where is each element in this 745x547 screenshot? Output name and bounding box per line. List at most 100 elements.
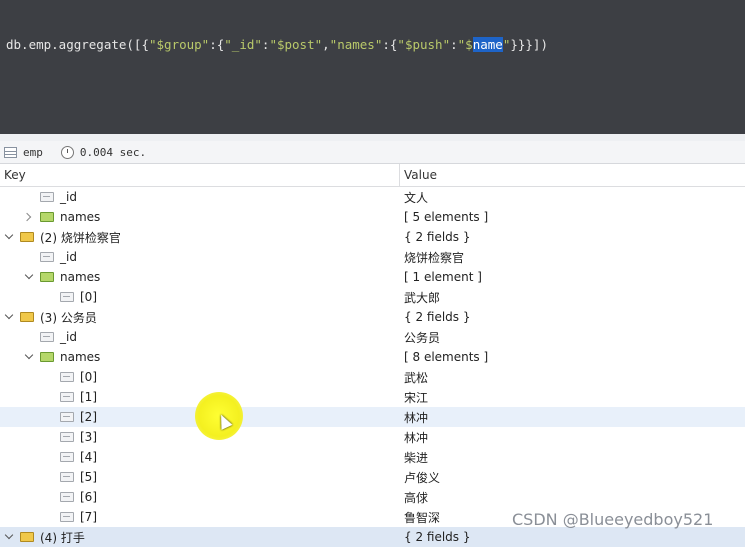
tree-row[interactable]: [0] 武松 (0, 367, 745, 387)
tree-row[interactable]: names [ 5 elements ] (0, 207, 745, 227)
document-icon (20, 312, 34, 322)
chevron-right-icon[interactable] (24, 212, 34, 222)
tree-row[interactable]: [6] 高俅 (0, 487, 745, 507)
code-token: : (450, 37, 458, 52)
field-icon (60, 492, 74, 502)
tree-row-key[interactable]: (4) 打手 (4, 527, 85, 547)
tree-row-key[interactable]: [5] (44, 467, 97, 487)
tree-row-value: 武松 (404, 370, 429, 385)
field-icon (40, 332, 54, 342)
tree-row-key[interactable]: [4] (44, 447, 97, 467)
chevron-down-icon[interactable] (4, 532, 14, 542)
code-token: "$ (457, 37, 473, 52)
key-label: [6] (80, 490, 97, 504)
tree-row-key[interactable]: (3) 公务员 (4, 307, 97, 327)
tree-row[interactable]: [4] 柴进 (0, 447, 745, 467)
tree-row-value: 高俅 (404, 490, 429, 505)
tree-row-value: [ 5 elements ] (404, 210, 489, 224)
tree-row[interactable]: [2] 林冲 (0, 407, 745, 427)
result-status-bar: emp 0.004 sec. (0, 141, 745, 164)
tree-row[interactable]: _id 烧饼检察官 (0, 247, 745, 267)
result-table-header: Key Value (0, 164, 745, 187)
tree-row-key[interactable]: [0] (44, 287, 97, 307)
tree-row[interactable]: _id 文人 (0, 187, 745, 207)
chevron-down-icon[interactable] (24, 272, 34, 282)
tree-row-key[interactable]: [2] (44, 407, 97, 427)
code-token: "$group" (149, 37, 210, 52)
column-separator[interactable] (399, 164, 400, 186)
tree-row-value: 柴进 (404, 450, 429, 465)
key-label: _id (60, 330, 77, 344)
field-icon (60, 392, 74, 402)
key-label: [1] (80, 390, 97, 404)
tree-row-key[interactable]: [3] (44, 427, 97, 447)
tree-row[interactable]: [3] 林冲 (0, 427, 745, 447)
tree-row-value: 公务员 (404, 330, 441, 345)
selected-code-text: name (472, 37, 503, 52)
tree-row-key[interactable]: _id (24, 247, 77, 267)
key-label: [5] (80, 470, 97, 484)
key-label: (3) 公务员 (40, 310, 97, 325)
chevron-down-icon[interactable] (4, 232, 14, 242)
tree-row-value: { 2 fields } (404, 230, 471, 244)
chevron-down-icon[interactable] (24, 352, 34, 362)
array-icon (40, 352, 54, 362)
tree-row-key[interactable]: [0] (44, 367, 97, 387)
tree-row[interactable]: [0] 武大郎 (0, 287, 745, 307)
tree-row-key[interactable]: [7] (44, 507, 97, 527)
tree-row[interactable]: names [ 1 element ] (0, 267, 745, 287)
key-label: names (60, 270, 101, 284)
tree-row[interactable]: (4) 打手 { 2 fields } (0, 527, 745, 547)
key-label: [2] (80, 410, 97, 424)
tree-row[interactable]: [1] 宋江 (0, 387, 745, 407)
key-label: [3] (80, 430, 97, 444)
tree-row-key[interactable]: [1] (44, 387, 97, 407)
tree-row-key[interactable]: (2) 烧饼检察官 (4, 227, 121, 247)
tree-row-value: 烧饼检察官 (404, 250, 465, 265)
tree-row-key[interactable]: _id (24, 187, 77, 207)
tree-row-value: 文人 (404, 190, 429, 205)
key-label: names (60, 350, 101, 364)
key-column-header[interactable]: Key (4, 168, 26, 182)
code-token: }}}]) (510, 37, 548, 52)
tree-row-value: [ 1 element ] (404, 270, 482, 284)
key-label: _id (60, 250, 77, 264)
query-time: 0.004 sec. (79, 145, 147, 159)
tree-row[interactable]: _id 公务员 (0, 327, 745, 347)
tree-row-key[interactable]: names (24, 207, 100, 227)
tree-row-key[interactable]: _id (24, 327, 77, 347)
field-icon (60, 432, 74, 442)
tree-row[interactable]: names [ 8 elements ] (0, 347, 745, 367)
field-icon (60, 472, 74, 482)
field-icon (60, 412, 74, 422)
key-label: [0] (80, 370, 97, 384)
clock-icon (60, 145, 74, 159)
chevron-down-icon[interactable] (4, 312, 14, 322)
code-token: :{ (382, 37, 398, 52)
tree-row-value: 鲁智深 (404, 510, 441, 525)
key-label: [4] (80, 450, 97, 464)
tree-row-value: 林冲 (404, 430, 429, 445)
tree-row[interactable]: [5] 卢俊义 (0, 467, 745, 487)
tree-row-value: [ 8 elements ] (404, 350, 489, 364)
query-editor[interactable]: db.emp.aggregate([{"$group":{"_id":"$pos… (0, 0, 745, 134)
tree-row-key[interactable]: names (24, 347, 100, 367)
value-column-header[interactable]: Value (404, 168, 437, 182)
code-token: , (322, 37, 330, 52)
tree-row[interactable]: (2) 烧饼检察官 { 2 fields } (0, 227, 745, 247)
tree-row[interactable]: (3) 公务员 { 2 fields } (0, 307, 745, 327)
tree-row-key[interactable]: names (24, 267, 100, 287)
tree-row-value: 宋江 (404, 390, 429, 405)
query-code-line[interactable]: db.emp.aggregate([{"$group":{"_id":"$pos… (6, 37, 548, 52)
tree-row-key[interactable]: [6] (44, 487, 97, 507)
